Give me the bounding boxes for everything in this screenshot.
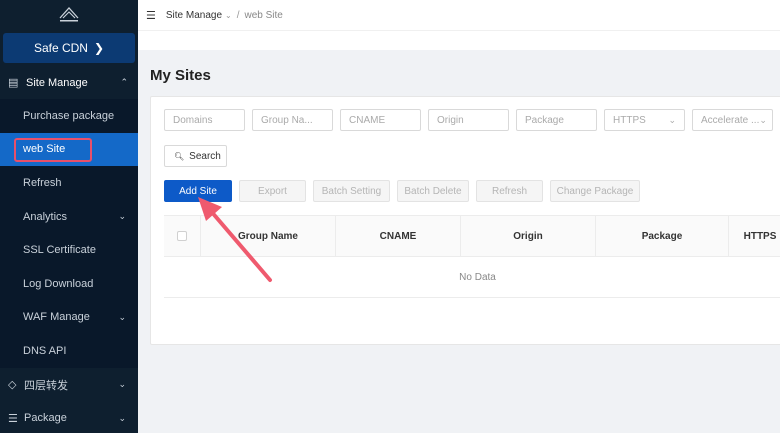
safe-cdn-button[interactable]: Safe CDN ❯: [3, 33, 135, 63]
select-all-cell: [164, 215, 201, 257]
export-button[interactable]: Export: [239, 180, 306, 202]
sidebar-item-refresh[interactable]: Refresh: [0, 166, 138, 200]
sidebar-item-waf-manage[interactable]: WAF Manage ⌄: [0, 300, 138, 335]
safe-cdn-label: Safe CDN: [33, 41, 88, 55]
chevron-down-icon: ⌄: [118, 379, 126, 390]
sidebar-item-purchase-package[interactable]: Purchase package: [0, 99, 138, 133]
select-all-checkbox[interactable]: [177, 231, 187, 241]
filter-package[interactable]: Package: [516, 109, 597, 131]
column-header-group-name: Group Name: [201, 215, 336, 257]
add-site-button[interactable]: Add Site: [164, 180, 232, 202]
sidebar-item-analytics[interactable]: Analytics ⌄: [0, 199, 138, 234]
sites-card: Domains Group Na... CNAME Origin Package HTTP…: [150, 96, 780, 345]
filter-placeholder: Group Na...: [261, 114, 313, 126]
sidebar-group-site-manage[interactable]: ▤ Site Manage ⌃: [0, 66, 138, 99]
sidebar-item-label: DNS API: [23, 344, 67, 357]
filter-domains[interactable]: Domains: [164, 109, 245, 131]
filter-https[interactable]: HTTPS ⌄: [604, 109, 685, 131]
tab-bar: [138, 30, 780, 50]
column-header-cname: CNAME: [336, 215, 461, 257]
search-button[interactable]: 🔍︎ Search: [164, 145, 227, 167]
filter-accelerate[interactable]: Accelerate ... ⌄: [692, 109, 773, 131]
filter-origin[interactable]: Origin: [428, 109, 509, 131]
filter-placeholder: HTTPS: [613, 114, 646, 126]
chevron-down-icon: ⌄: [759, 114, 767, 125]
chevron-down-icon: ⌄: [118, 211, 126, 222]
chevron-up-icon: ⌃: [120, 77, 128, 87]
chevron-down-icon: ⌄: [668, 114, 676, 125]
site-manage-icon: ▤: [8, 77, 19, 89]
logo: [0, 0, 138, 30]
breadcrumb-parent[interactable]: Site Manage: [166, 10, 222, 21]
sidebar-item-log-download[interactable]: Log Download: [0, 266, 138, 301]
sidebar-item-web-site[interactable]: web Site: [0, 132, 138, 167]
sidebar-group-label: Package: [24, 412, 67, 425]
page-title: My Sites: [150, 67, 211, 84]
chevron-down-icon: ⌄: [225, 10, 232, 20]
breadcrumb: Site Manage ⌄ / web Site: [166, 10, 283, 21]
column-header-origin: Origin: [461, 215, 596, 257]
column-header-package: Package: [596, 215, 729, 257]
sidebar-item-label: Purchase package: [23, 109, 115, 122]
sidebar-item-label: Log Download: [23, 277, 94, 290]
refresh-button[interactable]: Refresh: [476, 180, 543, 202]
diamond-icon: ◇: [8, 379, 17, 392]
table-header: Group Name CNAME Origin Package HTTPS: [164, 215, 780, 257]
column-header-https: HTTPS: [743, 230, 777, 242]
filter-placeholder: Package: [525, 114, 564, 126]
sidebar-group-label: Site Manage: [26, 76, 88, 89]
filter-placeholder: Origin: [437, 114, 464, 126]
sidebar: Safe CDN ❯ ▤ Site Manage ⌃ Purchase pack…: [0, 0, 138, 433]
sidebar-item-label: WAF Manage: [23, 311, 90, 324]
filter-placeholder: Accelerate ...: [701, 114, 760, 126]
sites-table: Group Name CNAME Origin Package HTTPS No Dat…: [164, 215, 780, 298]
filter-placeholder: CNAME: [349, 114, 386, 126]
sidebar-item-label: web Site: [23, 143, 66, 156]
topbar: ☰ Site Manage ⌄ / web Site: [138, 0, 780, 30]
batch-setting-button[interactable]: Batch Setting: [313, 180, 390, 202]
sidebar-group-package[interactable]: ☰ Package ⌄: [0, 401, 138, 433]
change-package-button[interactable]: Change Package: [550, 180, 640, 202]
sidebar-item-ssl-certificate[interactable]: SSL Certificate: [0, 233, 138, 267]
list-icon: ☰: [8, 412, 18, 425]
sidebar-item-label: Refresh: [23, 176, 62, 189]
sidebar-item-dns-api[interactable]: DNS API: [0, 334, 138, 368]
chevron-down-icon: ⌄: [118, 311, 126, 322]
sidebar-group-label: 四层转发: [24, 379, 68, 392]
empty-state: No Data: [164, 257, 780, 298]
filter-cname[interactable]: CNAME: [340, 109, 421, 131]
chevron-right-icon: ❯: [93, 41, 105, 55]
sidebar-item-label: Analytics: [23, 210, 68, 223]
filter-placeholder: Domains: [173, 114, 213, 126]
action-bar: Add Site Export Batch Setting Batch Delete R…: [164, 180, 647, 202]
batch-delete-button[interactable]: Batch Delete: [397, 180, 469, 202]
breadcrumb-separator: /: [236, 9, 240, 21]
filter-group-na[interactable]: Group Na...: [252, 109, 333, 131]
breadcrumb-current: web Site: [244, 9, 283, 21]
search-icon: 🔍︎: [174, 151, 185, 161]
search-label: Search: [189, 150, 221, 162]
filter-bar: Domains Group Na... CNAME Origin Package HTTP…: [164, 109, 780, 131]
sidebar-group-layer4-forward[interactable]: ◇ 四层转发 ⌄: [0, 368, 138, 402]
sidebar-item-label: SSL Certificate: [23, 244, 96, 257]
chevron-down-icon: ⌄: [118, 412, 126, 423]
logo-icon: [59, 7, 79, 22]
menu-toggle-icon[interactable]: ☰: [146, 9, 156, 22]
